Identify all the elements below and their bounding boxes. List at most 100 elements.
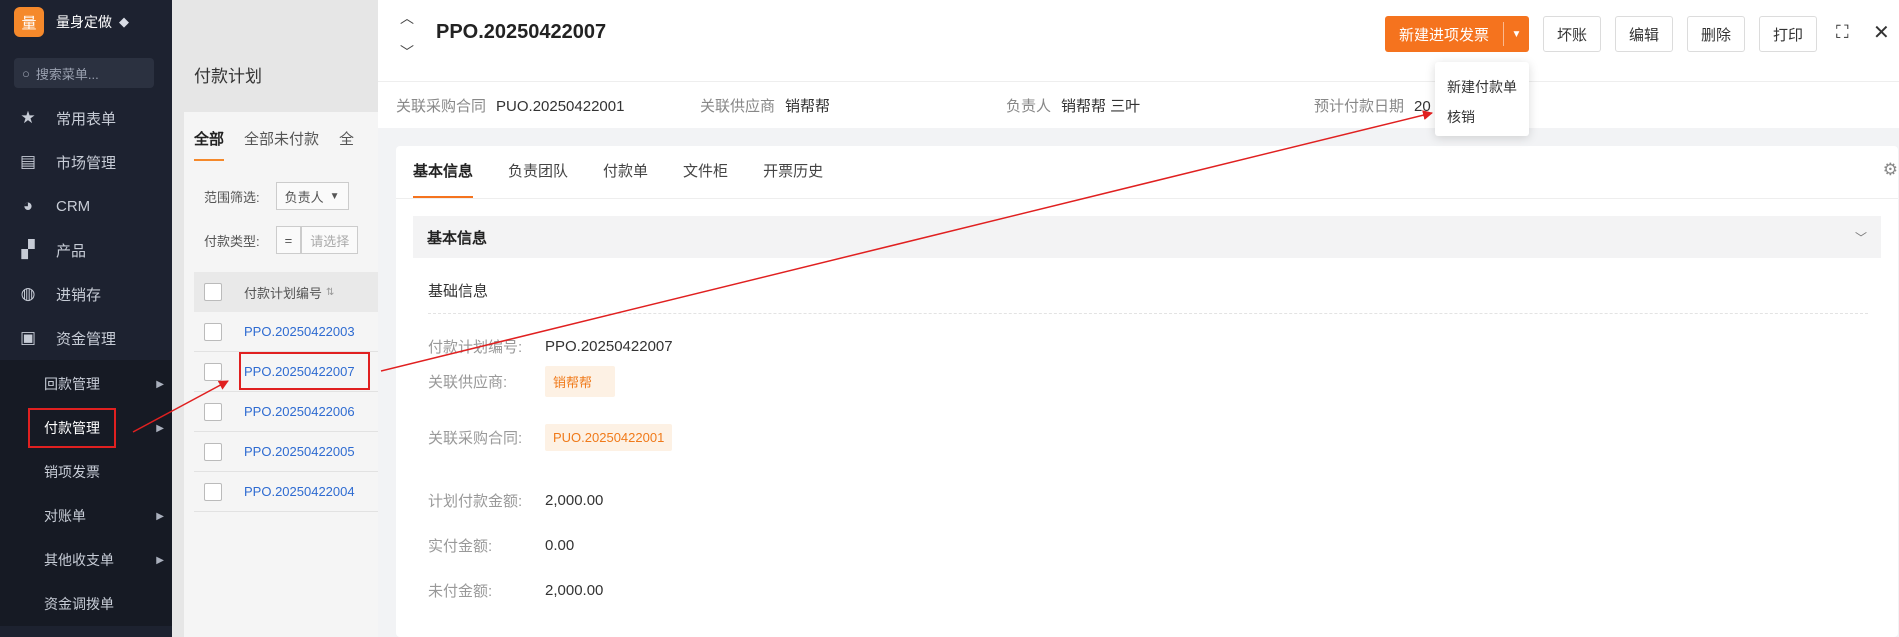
new-purchase-invoice-label: 新建进项发票 — [1399, 26, 1490, 44]
sidebar-item-label: 资金管理 — [56, 330, 117, 348]
plan-no-link[interactable]: PPO.20250422005 — [244, 444, 355, 459]
payment-plan-table: 付款计划编号 ⇅ PPO.20250422003 PPO.20250422007… — [194, 272, 384, 512]
tab-files[interactable]: 文件柜 — [683, 146, 728, 198]
close-icon[interactable]: ✕ — [1873, 20, 1890, 45]
chevron-up-icon[interactable]: ︿ — [400, 8, 414, 28]
field-label: 关联采购合同: — [428, 430, 523, 447]
dropdown-item-write-off[interactable]: 核销 — [1435, 102, 1529, 132]
submenu-item-receivables[interactable]: 回款管理 ▶ — [0, 362, 172, 406]
chevron-down-icon[interactable]: ﹀ — [1855, 229, 1867, 246]
field-value: 2,000.00 — [545, 492, 604, 509]
new-purchase-invoice-button[interactable]: 新建进项发票 ▼ — [1385, 16, 1529, 52]
info-owner: 负责人 销帮帮 三叶 — [1006, 95, 1140, 116]
type-filter: 付款类型: = 请选择 — [204, 226, 359, 254]
brand-name: 量身定做 — [56, 14, 112, 30]
row-checkbox[interactable] — [204, 362, 222, 381]
type-filter-select[interactable]: 请选择 — [301, 226, 359, 254]
print-button[interactable]: 打印 — [1759, 16, 1817, 52]
type-filter-operator[interactable]: = — [275, 226, 302, 254]
sidebar-item-label: CRM — [56, 197, 91, 215]
search-icon: ○ — [22, 65, 30, 81]
scope-filter-label: 范围筛选: — [204, 189, 260, 205]
sidebar-item-product[interactable]: ▞ 产品 — [0, 228, 172, 272]
table-row[interactable]: PPO.20250422006 — [194, 392, 384, 432]
brand[interactable]: 量 量身定做 ◆ — [0, 0, 172, 44]
drawer-body: 基本信息 负责团队 付款单 文件柜 开票历史 ⚙ 基本信息 ﹀ 基础信息 付款计… — [378, 128, 1899, 637]
chevron-down-icon[interactable]: ﹀ — [400, 42, 414, 62]
field-supplier: 关联供应商: 销帮帮 — [428, 366, 615, 397]
table-row[interactable]: PPO.20250422003 — [194, 312, 384, 352]
column-header-plan-no[interactable]: 付款计划编号 — [244, 283, 322, 302]
tab-more[interactable]: 全 — [339, 128, 354, 161]
section-title: 基本信息 — [427, 229, 488, 247]
submenu-item-label: 对账单 — [44, 508, 86, 524]
tab-team[interactable]: 负责团队 — [508, 146, 568, 198]
field-contract: 关联采购合同: PUO.20250422001 — [428, 424, 673, 451]
scope-filter-value: 负责人 — [284, 189, 324, 205]
primary-action-dropdown: 新建付款单 核销 — [1435, 62, 1529, 136]
row-checkbox[interactable] — [204, 482, 222, 501]
pie-icon: ◕ — [22, 196, 34, 215]
chevron-down-icon[interactable]: ▼ — [1504, 29, 1529, 40]
bad-debt-button[interactable]: 坏账 — [1543, 16, 1601, 52]
type-filter-label: 付款类型: — [204, 233, 260, 249]
record-title: PPO.20250422007 — [436, 21, 607, 43]
field-label: 关联供应商: — [428, 374, 508, 391]
tab-payments[interactable]: 付款单 — [603, 146, 648, 198]
subsection-title: 基础信息 — [428, 283, 489, 300]
sort-icon[interactable]: ⇅ — [326, 287, 334, 298]
table-header: 付款计划编号 ⇅ — [194, 272, 384, 312]
fullscreen-icon[interactable]: ⛶ — [1836, 22, 1849, 43]
submenu-item-other-income[interactable]: 其他收支单 ▶ — [0, 538, 172, 582]
dropdown-item-new-payment[interactable]: 新建付款单 — [1435, 72, 1529, 102]
row-checkbox[interactable] — [204, 442, 222, 461]
table-row[interactable]: PPO.20250422005 — [194, 432, 384, 472]
sidebar-item-common-forms[interactable]: ★ 常用表单 — [0, 96, 172, 140]
select-all-checkbox[interactable] — [204, 283, 222, 301]
field-paid-amount: 实付金额: 0.00 — [428, 535, 574, 556]
field-label: 计划付款金额: — [428, 493, 523, 510]
sidebar-item-crm[interactable]: ◕ CRM — [0, 184, 172, 228]
tab-basic-info[interactable]: 基本信息 — [413, 146, 474, 198]
info-contract: 关联采购合同 PUO.20250422001 — [396, 95, 624, 116]
submenu-item-statements[interactable]: 对账单 ▶ — [0, 494, 172, 538]
submenu-item-label: 销项发票 — [44, 464, 100, 480]
clipboard-icon: ▤ — [19, 152, 37, 171]
submenu-item-sales-invoice[interactable]: 销项发票 — [0, 450, 172, 494]
contract-tag[interactable]: PUO.20250422001 — [545, 424, 673, 451]
delete-button[interactable]: 删除 — [1687, 16, 1745, 52]
edit-button[interactable]: 编辑 — [1615, 16, 1673, 52]
scope-filter-select[interactable]: 负责人 ▼ — [275, 182, 349, 210]
plan-no-link[interactable]: PPO.20250422004 — [244, 484, 355, 499]
info-supplier-value: 销帮帮 — [785, 98, 831, 115]
drawer-header: ︿ ﹀ PPO.20250422007 新建进项发票 ▼ 坏账 编辑 删除 打印… — [378, 0, 1899, 115]
payment-plan-list-page: 付款计划 全部 全部未付款 全 范围筛选: 负责人 ▼ 付款类型: = 请选择 … — [172, 0, 384, 637]
menu-search-placeholder: 搜索菜单... — [35, 66, 99, 82]
submenu-item-label: 其他收支单 — [44, 552, 114, 568]
funds-submenu: 回款管理 ▶ 付款管理 ▶ 销项发票 对账单 ▶ 其他收支单 ▶ 资金调拨单 — [0, 360, 172, 626]
tab-all-unpaid[interactable]: 全部未付款 — [244, 128, 319, 161]
table-row[interactable]: PPO.20250422004 — [194, 472, 384, 512]
chevron-down-icon: ▼ — [329, 190, 340, 202]
menu-search-input[interactable]: ○ 搜索菜单... — [14, 58, 154, 88]
sidebar-item-funds[interactable]: ▣ 资金管理 — [0, 316, 172, 360]
section-header[interactable]: 基本信息 ﹀ — [413, 216, 1881, 258]
supplier-tag[interactable]: 销帮帮 — [545, 366, 615, 397]
plan-no-link[interactable]: PPO.20250422006 — [244, 404, 355, 419]
row-checkbox[interactable] — [204, 402, 222, 421]
submenu-item-transfer[interactable]: 资金调拨单 — [0, 582, 172, 626]
row-checkbox[interactable] — [204, 322, 222, 341]
chevron-right-icon: ▶ — [156, 554, 164, 566]
gear-icon[interactable]: ⚙ — [1883, 160, 1898, 180]
tab-all[interactable]: 全部 — [194, 128, 225, 161]
info-due-date: 预计付款日期 20 — [1314, 95, 1431, 116]
info-supplier-label: 关联供应商 — [700, 98, 776, 115]
field-value: 2,000.00 — [545, 582, 604, 599]
cycle-icon: ◍ — [20, 284, 36, 303]
chevron-right-icon: ▶ — [156, 422, 164, 434]
submenu-item-label: 回款管理 — [44, 376, 100, 392]
tab-invoice-history[interactable]: 开票历史 — [763, 146, 823, 198]
sidebar-item-inventory[interactable]: ◍ 进销存 — [0, 272, 172, 316]
sidebar-item-market[interactable]: ▤ 市场管理 — [0, 140, 172, 184]
plan-no-link[interactable]: PPO.20250422003 — [244, 324, 355, 339]
